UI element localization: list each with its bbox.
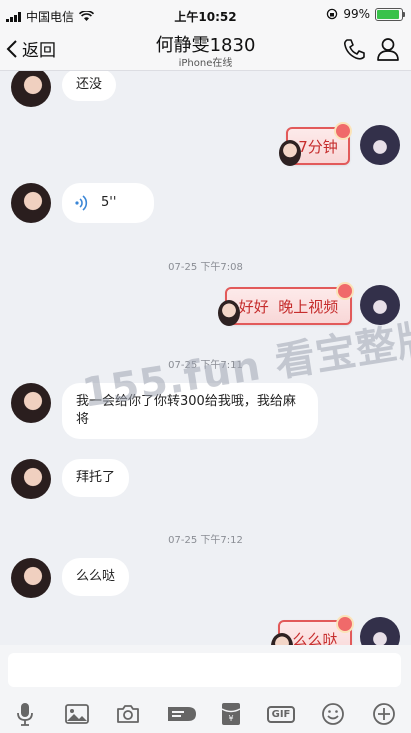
message-input[interactable] xyxy=(8,653,401,687)
emoji-icon[interactable] xyxy=(318,699,348,729)
message-bubble[interactable]: 么么哒 xyxy=(62,558,130,596)
message-timestamp: 07-25 下午7:12 xyxy=(168,535,243,546)
profile-icon[interactable] xyxy=(375,36,401,62)
sticker-face-icon xyxy=(218,300,240,326)
battery-icon xyxy=(375,7,405,21)
battery-percent: 99% xyxy=(343,7,370,21)
my-avatar[interactable] xyxy=(360,125,400,165)
contact-avatar[interactable] xyxy=(11,558,51,598)
nav-bar: 返回 何静雯1830 iPhone在线 xyxy=(0,30,411,71)
sticker-face-icon xyxy=(279,140,301,166)
message-bubble[interactable]: 好好 晚上视频 xyxy=(218,282,354,326)
my-avatar[interactable] xyxy=(360,617,400,645)
contact-avatar[interactable] xyxy=(11,383,51,423)
orientation-lock-icon xyxy=(327,8,338,20)
toolbar: ¥ GIF xyxy=(0,699,411,729)
gif-icon[interactable]: GIF xyxy=(266,699,296,729)
svg-text:¥: ¥ xyxy=(228,714,233,723)
red-packet-icon[interactable] xyxy=(164,699,200,729)
wallet-icon[interactable]: ¥ xyxy=(216,699,246,729)
plus-icon[interactable] xyxy=(369,699,399,729)
status-bar: 中国电信 上午10:52 99% xyxy=(0,0,411,30)
message-bubble[interactable]: 么么哒 xyxy=(271,615,354,646)
voice-duration: 5'' xyxy=(101,195,117,210)
voice-wave-icon xyxy=(75,195,88,211)
message-text: 好好 晚上视频 xyxy=(238,297,339,316)
gif-label: GIF xyxy=(266,705,296,723)
message-text: 么么哒 xyxy=(292,630,338,646)
message-text: 拜托了 xyxy=(76,470,116,485)
message-text: 还没 xyxy=(76,77,103,92)
chat-area: 还没 7分钟 5'' 07-25 下午7:08 好好 晚上视频 07-25 下午… xyxy=(0,71,411,645)
message-timestamp: 07-25 下午7:08 xyxy=(168,262,243,273)
phone-call-icon[interactable] xyxy=(341,37,367,63)
message-bubble[interactable]: 拜托了 xyxy=(62,459,130,497)
contact-avatar[interactable] xyxy=(11,459,51,499)
input-area: ¥ GIF xyxy=(0,645,411,733)
flower-icon xyxy=(336,282,354,300)
voice-message[interactable]: 5'' xyxy=(62,183,154,223)
message-bubble[interactable]: 还没 xyxy=(62,71,117,101)
flower-icon xyxy=(334,122,352,140)
contact-avatar[interactable] xyxy=(11,183,51,223)
flower-icon xyxy=(336,615,354,633)
contact-avatar[interactable] xyxy=(11,71,51,107)
battery-fill xyxy=(377,9,399,19)
sticker-face-icon xyxy=(271,633,293,645)
message-text: 么么哒 xyxy=(76,569,116,584)
message-bubble[interactable]: 7分钟 xyxy=(279,122,352,166)
message-text: 7分钟 xyxy=(298,137,338,156)
microphone-icon[interactable] xyxy=(10,699,40,729)
image-icon[interactable] xyxy=(62,699,92,729)
camera-icon[interactable] xyxy=(113,699,143,729)
